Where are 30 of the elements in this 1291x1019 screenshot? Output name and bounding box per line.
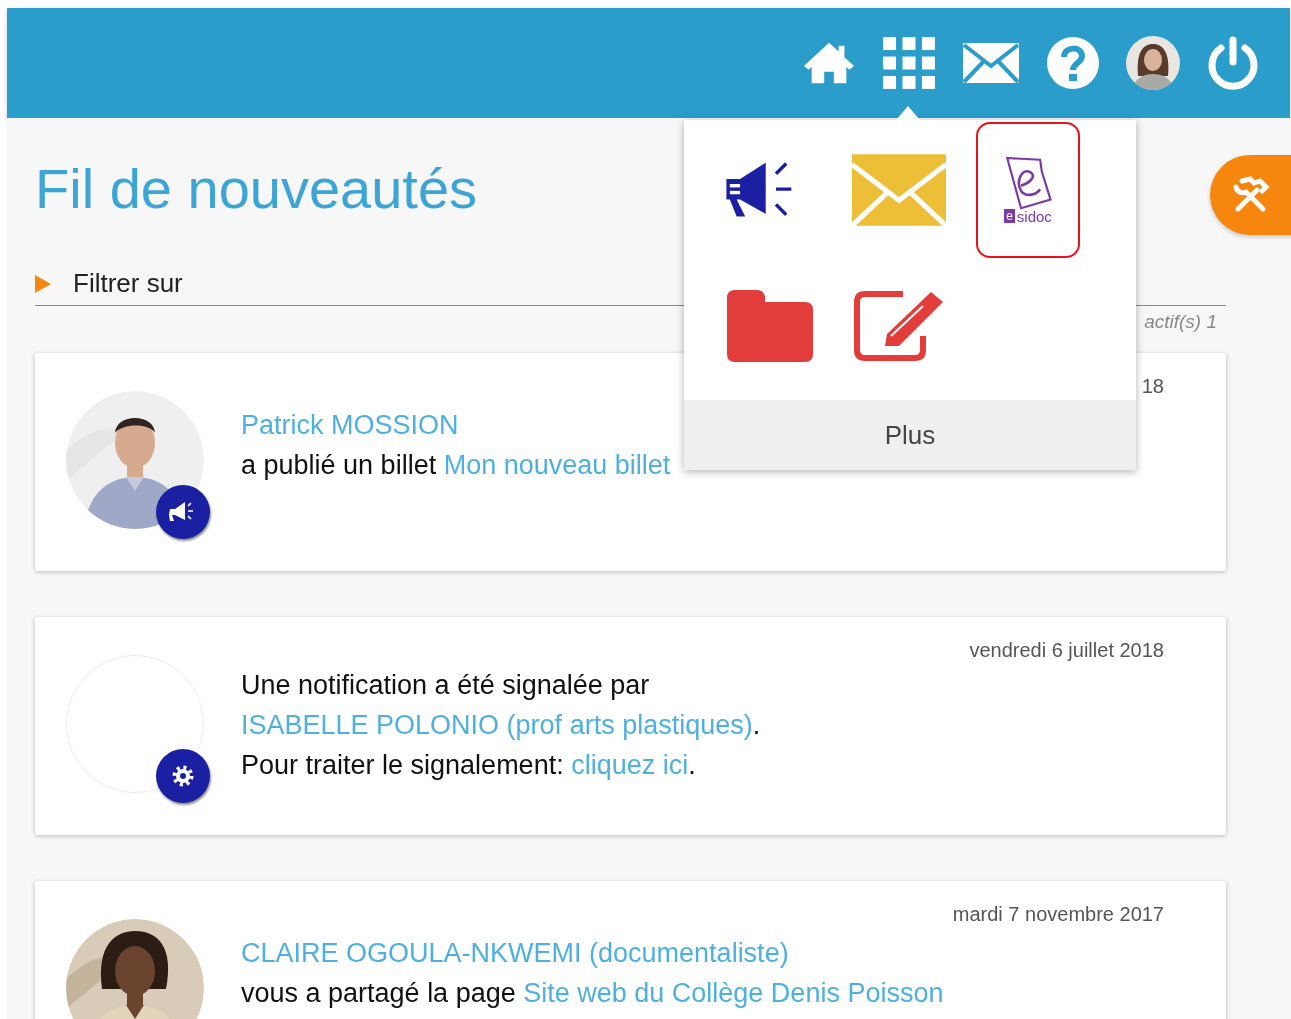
post-text: Une notification a été signalée par ISABELLE POLONIO (prof arts plastiques). (241, 669, 762, 742)
filter-toggle[interactable]: Filtrer sur (35, 268, 183, 299)
page-title: Fil de nouveautés (35, 156, 478, 222)
post-date: mardi 7 novembre 2017 (952, 902, 1164, 927)
post-date: 18 (1141, 374, 1164, 399)
mail-icon[interactable] (962, 41, 1020, 85)
post-link[interactable]: cliquez ici (571, 750, 689, 780)
more-button[interactable]: Plus (684, 400, 1136, 470)
esidoc-logo: e sidoc (1002, 155, 1054, 225)
active-filters-count: actif(s) 1 (1143, 311, 1217, 333)
post-text: Pour traiter le signalement: cliquez ici. (241, 749, 696, 782)
app-tile[interactable]: e sidoc (976, 122, 1080, 258)
post-text: vous a partagé la page Site web du Collège Denis Poisson (241, 977, 944, 1010)
post-link[interactable]: Mon nouveau billet (443, 450, 671, 480)
edit-icon (852, 290, 946, 362)
megaphone-badge-icon (155, 484, 211, 540)
gear-badge-icon (155, 748, 211, 804)
envelope-icon (852, 154, 946, 226)
post-link[interactable]: Site web du Collège Denis Poisson (523, 978, 944, 1008)
post-text: a publié un billet Mon nouveau billet (241, 449, 671, 482)
post-link[interactable]: ISABELLE POLONIO (prof arts plastiques) (241, 710, 753, 740)
hammer-wrench-icon (1230, 175, 1270, 215)
author-link[interactable]: Patrick MOSSION (241, 405, 459, 445)
tools-tab[interactable] (1210, 155, 1291, 235)
help-icon[interactable] (1046, 36, 1100, 90)
author-link[interactable]: CLAIRE OGOULA-NKWEMI (documentaliste) (241, 933, 789, 973)
power-icon[interactable] (1206, 36, 1260, 90)
user-avatar[interactable] (1126, 36, 1180, 90)
post-date: vendredi 6 juillet 2018 (969, 638, 1164, 663)
apps-grid-icon[interactable] (882, 36, 936, 90)
